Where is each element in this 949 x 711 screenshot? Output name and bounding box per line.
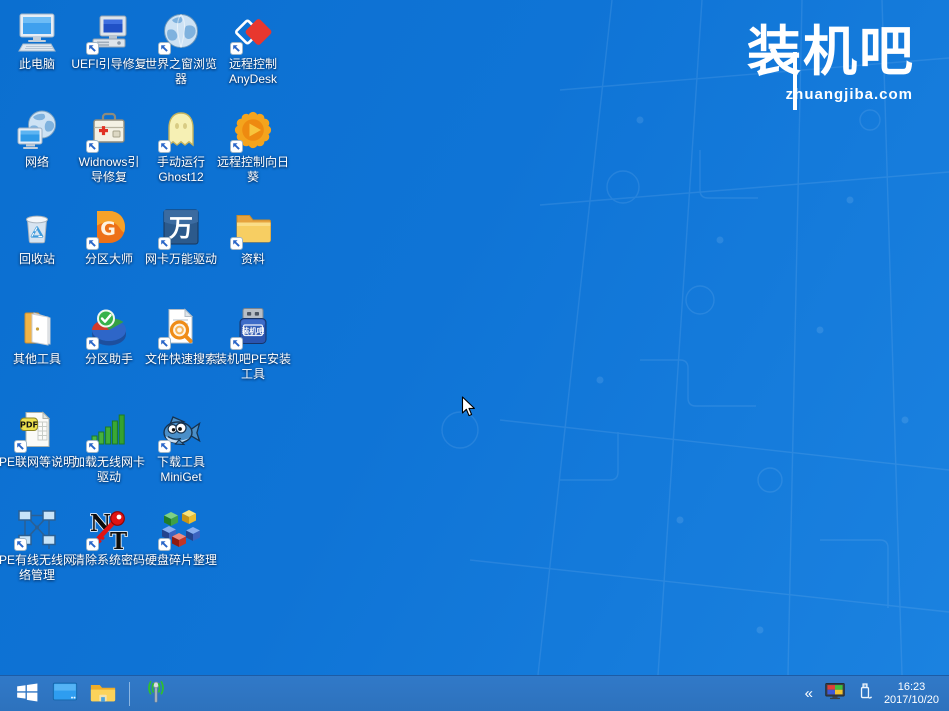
desktop-icon-label: 资料 [203,252,303,267]
wan-icon: 万 [159,205,203,249]
usb-eject-icon[interactable] [855,681,875,706]
tray-expand-chevron[interactable]: « [803,686,815,701]
desktop-icon-label: 下载工具 MiniGet [131,455,231,485]
brand-logo-stroke [793,52,797,110]
brand-logo-title: 装机吧 [729,22,915,82]
shortcut-arrow-icon [86,140,99,153]
desktop-icon-label: 硬盘碎片整理 [131,553,231,568]
desktop[interactable]: 装机吧 zhuangjiba.com 此电脑UEFI引导修复世界之窗浏览 器远程… [0,0,949,675]
shortcut-arrow-icon [14,440,27,453]
show-desktop-button[interactable] [48,678,82,710]
shortcut-arrow-icon [230,42,243,55]
file-explorer-button[interactable] [86,678,120,710]
topology-icon [15,506,59,550]
recycle-icon [15,205,59,249]
computer-icon [15,10,59,54]
clock-date: 2017/10/20 [884,694,939,707]
antenna-signal-icon [142,678,170,709]
desktop-icon-anydesk-remote[interactable]: 远程控制 AnyDesk [217,10,289,87]
svg-text:装机吧: 装机吧 [241,326,265,336]
shortcut-arrow-icon [86,440,99,453]
shortcut-arrow-icon [158,337,171,350]
shortcut-arrow-icon [230,237,243,250]
windows-logo-icon [14,679,41,709]
shortcut-arrow-icon [158,440,171,453]
mouse-cursor [461,396,476,418]
defrag-icon [159,506,203,550]
svg-text:N: N [90,510,111,537]
diskgenius-icon: G [87,205,131,249]
toolbox-icon [87,108,131,152]
sunflower-icon [231,108,275,152]
shortcut-arrow-icon [230,337,243,350]
display-settings-icon[interactable] [824,680,846,707]
desktop-icon-pe-network-manager[interactable]: PE有线无线网 络管理 [1,506,73,583]
pie-check-icon [87,305,131,349]
pdf-icon: PDF [15,408,59,452]
taskbar-left [0,678,173,710]
shark-icon [159,408,203,452]
system-tray: « [803,680,949,707]
svg-text:G: G [100,218,116,240]
nt-key-icon: NT [87,506,131,550]
shortcut-arrow-icon [158,140,171,153]
globe-icon [159,10,203,54]
shortcut-arrow-icon [14,538,27,551]
shortcut-arrow-icon [86,337,99,350]
desktop-icon-disk-defrag[interactable]: 硬盘碎片整理 [145,506,217,568]
shortcut-arrow-icon [158,538,171,551]
desktop-icon-zhuangjiba-pe-installer[interactable]: 装机吧装机吧PE安装 工具 [217,305,289,382]
svg-text:万: 万 [169,215,193,242]
bars-icon [87,408,131,452]
taskbar-separator [129,682,130,706]
wireless-network-button[interactable] [139,678,173,710]
desktop-icon-label: 装机吧PE安装 工具 [203,352,303,382]
folder-icon [231,205,275,249]
brand-logo: 装机吧 zhuangjiba.com [729,22,915,103]
net-globe-icon [15,108,59,152]
taskbar: « [0,675,949,711]
shortcut-arrow-icon [86,538,99,551]
shortcut-arrow-icon [86,42,99,55]
svg-text:T: T [110,528,127,550]
desktop-icon-sunflower-remote[interactable]: 远程控制向日 葵 [217,108,289,185]
start-button[interactable] [10,678,44,710]
desktop-monitor-icon [51,678,79,709]
doc-search-icon [159,305,203,349]
folder-icon [89,678,117,709]
shortcut-arrow-icon [158,237,171,250]
desktop-icon-files[interactable]: 资料 [217,205,289,267]
desktop-icon-miniget-downloader[interactable]: 下载工具 MiniGet [145,408,217,485]
anydesk-icon [231,10,275,54]
brand-logo-subtitle: zhuangjiba.com [729,86,915,103]
shortcut-arrow-icon [230,140,243,153]
shortcut-arrow-icon [158,42,171,55]
desktop-icon-label: 远程控制 AnyDesk [203,57,303,87]
desktop-icon-label: 远程控制向日 葵 [203,155,303,185]
shortcut-arrow-icon [86,237,99,250]
pc-case-icon [87,10,131,54]
clock-time: 16:23 [884,681,939,694]
usb-zjb-icon: 装机吧 [231,305,275,349]
screen: 装机吧 zhuangjiba.com 此电脑UEFI引导修复世界之窗浏览 器远程… [0,0,949,711]
svg-text:PDF: PDF [20,421,38,430]
taskbar-clock[interactable]: 16:23 2017/10/20 [884,681,939,707]
ghost-icon [159,108,203,152]
folder-open-icon [15,305,59,349]
